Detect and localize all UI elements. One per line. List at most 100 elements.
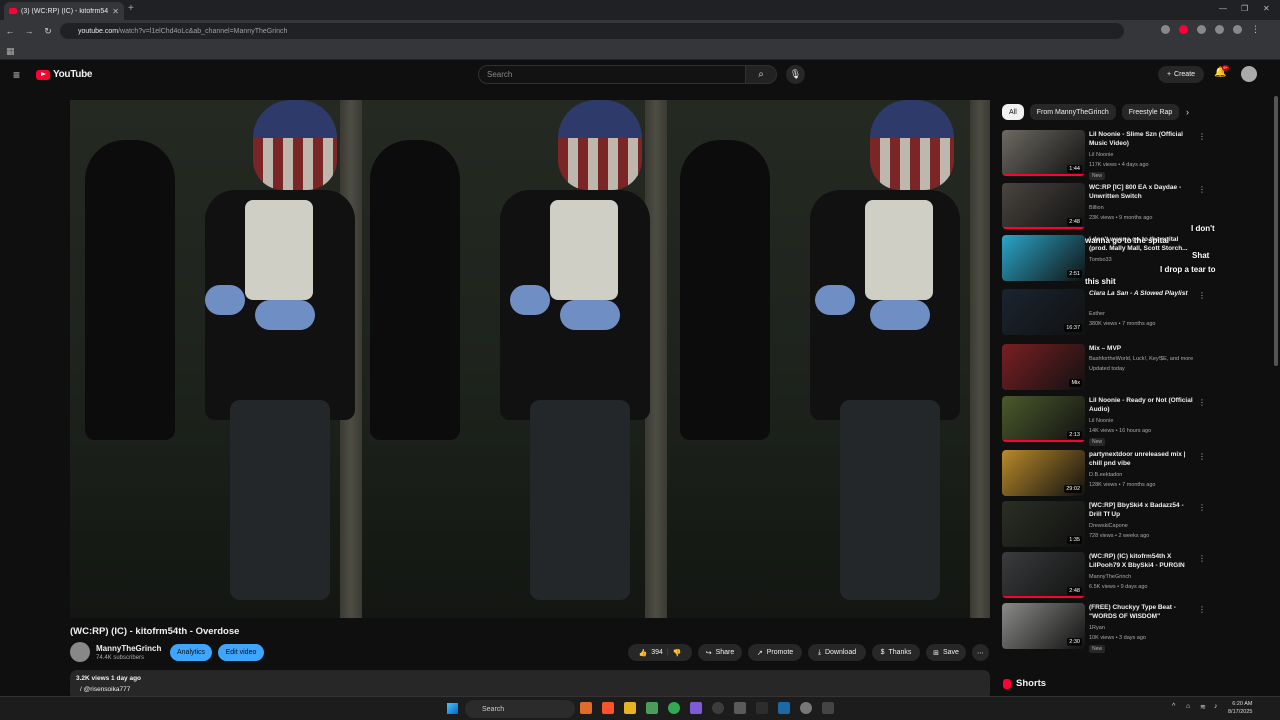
- app-icon[interactable]: [756, 702, 768, 714]
- like-count[interactable]: 394: [651, 649, 663, 656]
- chip-from-channel[interactable]: From MannyTheGrinch: [1029, 104, 1116, 120]
- windows-start-icon[interactable]: [447, 703, 458, 714]
- taskbar-clock[interactable]: 6:20 AM 8/17/2025: [1228, 700, 1252, 716]
- steam-icon[interactable]: [778, 702, 790, 714]
- chrome-icon[interactable]: [668, 702, 680, 714]
- video-thumbnail[interactable]: 2:48: [1002, 183, 1085, 229]
- network-icon[interactable]: ⌂: [1186, 703, 1190, 710]
- more-icon[interactable]: ⋮: [1251, 25, 1260, 34]
- recommended-video[interactable]: 2:48 (WC:RP) (IC) kitofrm54th X LilPooh7…: [1002, 552, 1206, 600]
- chevron-right-icon[interactable]: ›: [1186, 107, 1189, 117]
- taskbar-search[interactable]: Search: [465, 700, 575, 718]
- more-vertical-icon[interactable]: ⋮: [1198, 452, 1206, 461]
- recommended-video[interactable]: 2:48 WC:RP [IC] 800 EA x Daydae - Unwrit…: [1002, 183, 1206, 231]
- more-vertical-icon[interactable]: ⋮: [1198, 291, 1206, 300]
- video-thumbnail[interactable]: 2:30: [1002, 603, 1085, 649]
- video-player[interactable]: [70, 100, 990, 618]
- recommended-title[interactable]: partynextdoor unreleased mix | chill pnd…: [1089, 450, 1197, 468]
- recommended-channel[interactable]: DrewskiCapone: [1089, 523, 1128, 529]
- wifi-icon[interactable]: ≋: [1200, 703, 1206, 711]
- apps-grid-icon[interactable]: ▦: [6, 46, 15, 57]
- search-input[interactable]: Search: [478, 65, 746, 84]
- recommended-video[interactable]: 29:02 partynextdoor unreleased mix | chi…: [1002, 450, 1206, 498]
- microphone-icon[interactable]: 🎙: [786, 65, 805, 84]
- video-thumbnail[interactable]: 2:51: [1002, 235, 1085, 281]
- recommended-video[interactable]: Mix Mix – MVP BashfortheWorld, Luck!, Ke…: [1002, 344, 1202, 392]
- chip-freestyle-rap[interactable]: Freestyle Rap: [1121, 104, 1180, 120]
- recommended-video[interactable]: 1:44 Lil Noonie - Slime Szn (Official Mu…: [1002, 130, 1206, 180]
- channel-avatar[interactable]: [70, 642, 90, 662]
- app-icon[interactable]: [580, 702, 592, 714]
- more-vertical-icon[interactable]: ⋮: [1198, 554, 1206, 563]
- extension-icon[interactable]: [1197, 25, 1206, 34]
- forward-icon[interactable]: →: [20, 26, 38, 36]
- url-field[interactable]: youtube.com /watch?v=l1elChd4oLc&ab_chan…: [60, 23, 1124, 39]
- close-window-icon[interactable]: ✕: [1263, 4, 1270, 13]
- recommended-video[interactable]: 16:37 Clara La San - A Slowed Playlist E…: [1002, 289, 1206, 337]
- thumbs-up-icon[interactable]: 👍: [639, 649, 648, 657]
- recommended-title[interactable]: Lil Noonie - Slime Szn (Official Music V…: [1089, 130, 1197, 148]
- back-icon[interactable]: ←: [1, 26, 19, 36]
- more-vertical-icon[interactable]: ⋮: [1198, 132, 1206, 141]
- more-vertical-icon[interactable]: ⋮: [1198, 605, 1206, 614]
- recommended-channel[interactable]: D.B.eektadon: [1089, 472, 1122, 478]
- thanks-button[interactable]: $ Thanks: [872, 644, 920, 661]
- share-button[interactable]: ↪ Share: [698, 644, 742, 661]
- recommended-title[interactable]: (FREE) Chuckyy Type Beat - "WORDS OF WIS…: [1089, 603, 1197, 621]
- youtube-logo[interactable]: YouTube: [36, 69, 93, 80]
- description-mention[interactable]: / @risensoika777: [80, 686, 130, 693]
- more-vertical-icon[interactable]: ⋮: [1198, 185, 1206, 194]
- app-icon[interactable]: [646, 702, 658, 714]
- more-vertical-icon[interactable]: ⋮: [1198, 503, 1206, 512]
- recommended-video[interactable]: 2:30 (FREE) Chuckyy Type Beat - "WORDS O…: [1002, 603, 1206, 653]
- recommended-video[interactable]: 2:13 Lil Noonie - Ready or Not (Official…: [1002, 396, 1206, 446]
- video-thumbnail[interactable]: 29:02: [1002, 450, 1085, 496]
- save-button[interactable]: ⊞ Save: [926, 644, 966, 661]
- thumbs-down-icon[interactable]: 👎: [673, 649, 682, 657]
- reload-icon[interactable]: ↻: [39, 26, 57, 37]
- edit-video-button[interactable]: Edit video: [218, 644, 264, 661]
- new-tab-button[interactable]: +: [128, 3, 134, 14]
- discord-icon[interactable]: [690, 702, 702, 714]
- recommended-title[interactable]: Lil Noonie - Ready or Not (Official Audi…: [1089, 396, 1197, 414]
- video-thumbnail[interactable]: 16:37: [1002, 289, 1085, 335]
- video-thumbnail[interactable]: Mix: [1002, 344, 1085, 390]
- page-scrollbar[interactable]: [1274, 96, 1278, 366]
- channel-name[interactable]: MannyTheGrinch: [96, 644, 161, 653]
- recommended-title[interactable]: Mix – MVP: [1089, 344, 1197, 353]
- recommended-title[interactable]: [WC:RP] BbySki4 x Badazz54 - Drill Tf Up: [1089, 501, 1197, 519]
- hamburger-menu-icon[interactable]: ≡: [13, 68, 20, 82]
- recommended-channel[interactable]: 1Ryan: [1089, 625, 1105, 631]
- settings-icon[interactable]: [800, 702, 812, 714]
- maximize-icon[interactable]: ❐: [1241, 4, 1248, 13]
- account-avatar[interactable]: [1241, 66, 1257, 82]
- recommended-title[interactable]: WC:RP [IC] 800 EA x Daydae - Unwritten S…: [1089, 183, 1197, 201]
- browser-tab[interactable]: (3) (WC:RP) (IC) - kitofrm54 ✕: [4, 2, 124, 20]
- video-thumbnail[interactable]: 2:48: [1002, 552, 1085, 598]
- chip-all[interactable]: All: [1002, 104, 1024, 120]
- search-icon[interactable]: ⌕: [745, 65, 777, 84]
- profile-icon[interactable]: [1233, 25, 1242, 34]
- recommended-title[interactable]: Clara La San - A Slowed Playlist: [1089, 289, 1197, 298]
- tray-chevron-icon[interactable]: ^: [1172, 703, 1175, 710]
- recommended-channel[interactable]: Esther: [1089, 311, 1105, 317]
- extension-icon[interactable]: [1179, 25, 1188, 34]
- active-app-icon[interactable]: [734, 702, 746, 714]
- file-explorer-icon[interactable]: [624, 702, 636, 714]
- volume-icon[interactable]: ♪: [1214, 703, 1218, 710]
- recommended-channel[interactable]: Lil Noonie: [1089, 418, 1113, 424]
- video-thumbnail[interactable]: 2:13: [1002, 396, 1085, 442]
- app-icon[interactable]: [712, 702, 724, 714]
- app-icon[interactable]: [822, 702, 834, 714]
- more-actions-button[interactable]: ⋯: [972, 644, 989, 661]
- minimize-icon[interactable]: —: [1219, 4, 1227, 13]
- close-tab-icon[interactable]: ✕: [112, 7, 119, 16]
- recommended-video[interactable]: 1:35 [WC:RP] BbySki4 x Badazz54 - Drill …: [1002, 501, 1206, 549]
- recommended-channel[interactable]: Billion: [1089, 205, 1104, 211]
- create-button[interactable]: + Create: [1158, 66, 1204, 83]
- recommended-channel[interactable]: Tombo33: [1089, 257, 1112, 263]
- more-vertical-icon[interactable]: ⋮: [1198, 398, 1206, 407]
- recommended-channel[interactable]: MannyTheGrinch: [1089, 574, 1131, 580]
- recommended-title[interactable]: (WC:RP) (IC) kitofrm54th X LilPooh79 X B…: [1089, 552, 1197, 570]
- promote-button[interactable]: ↗ Promote: [748, 644, 802, 661]
